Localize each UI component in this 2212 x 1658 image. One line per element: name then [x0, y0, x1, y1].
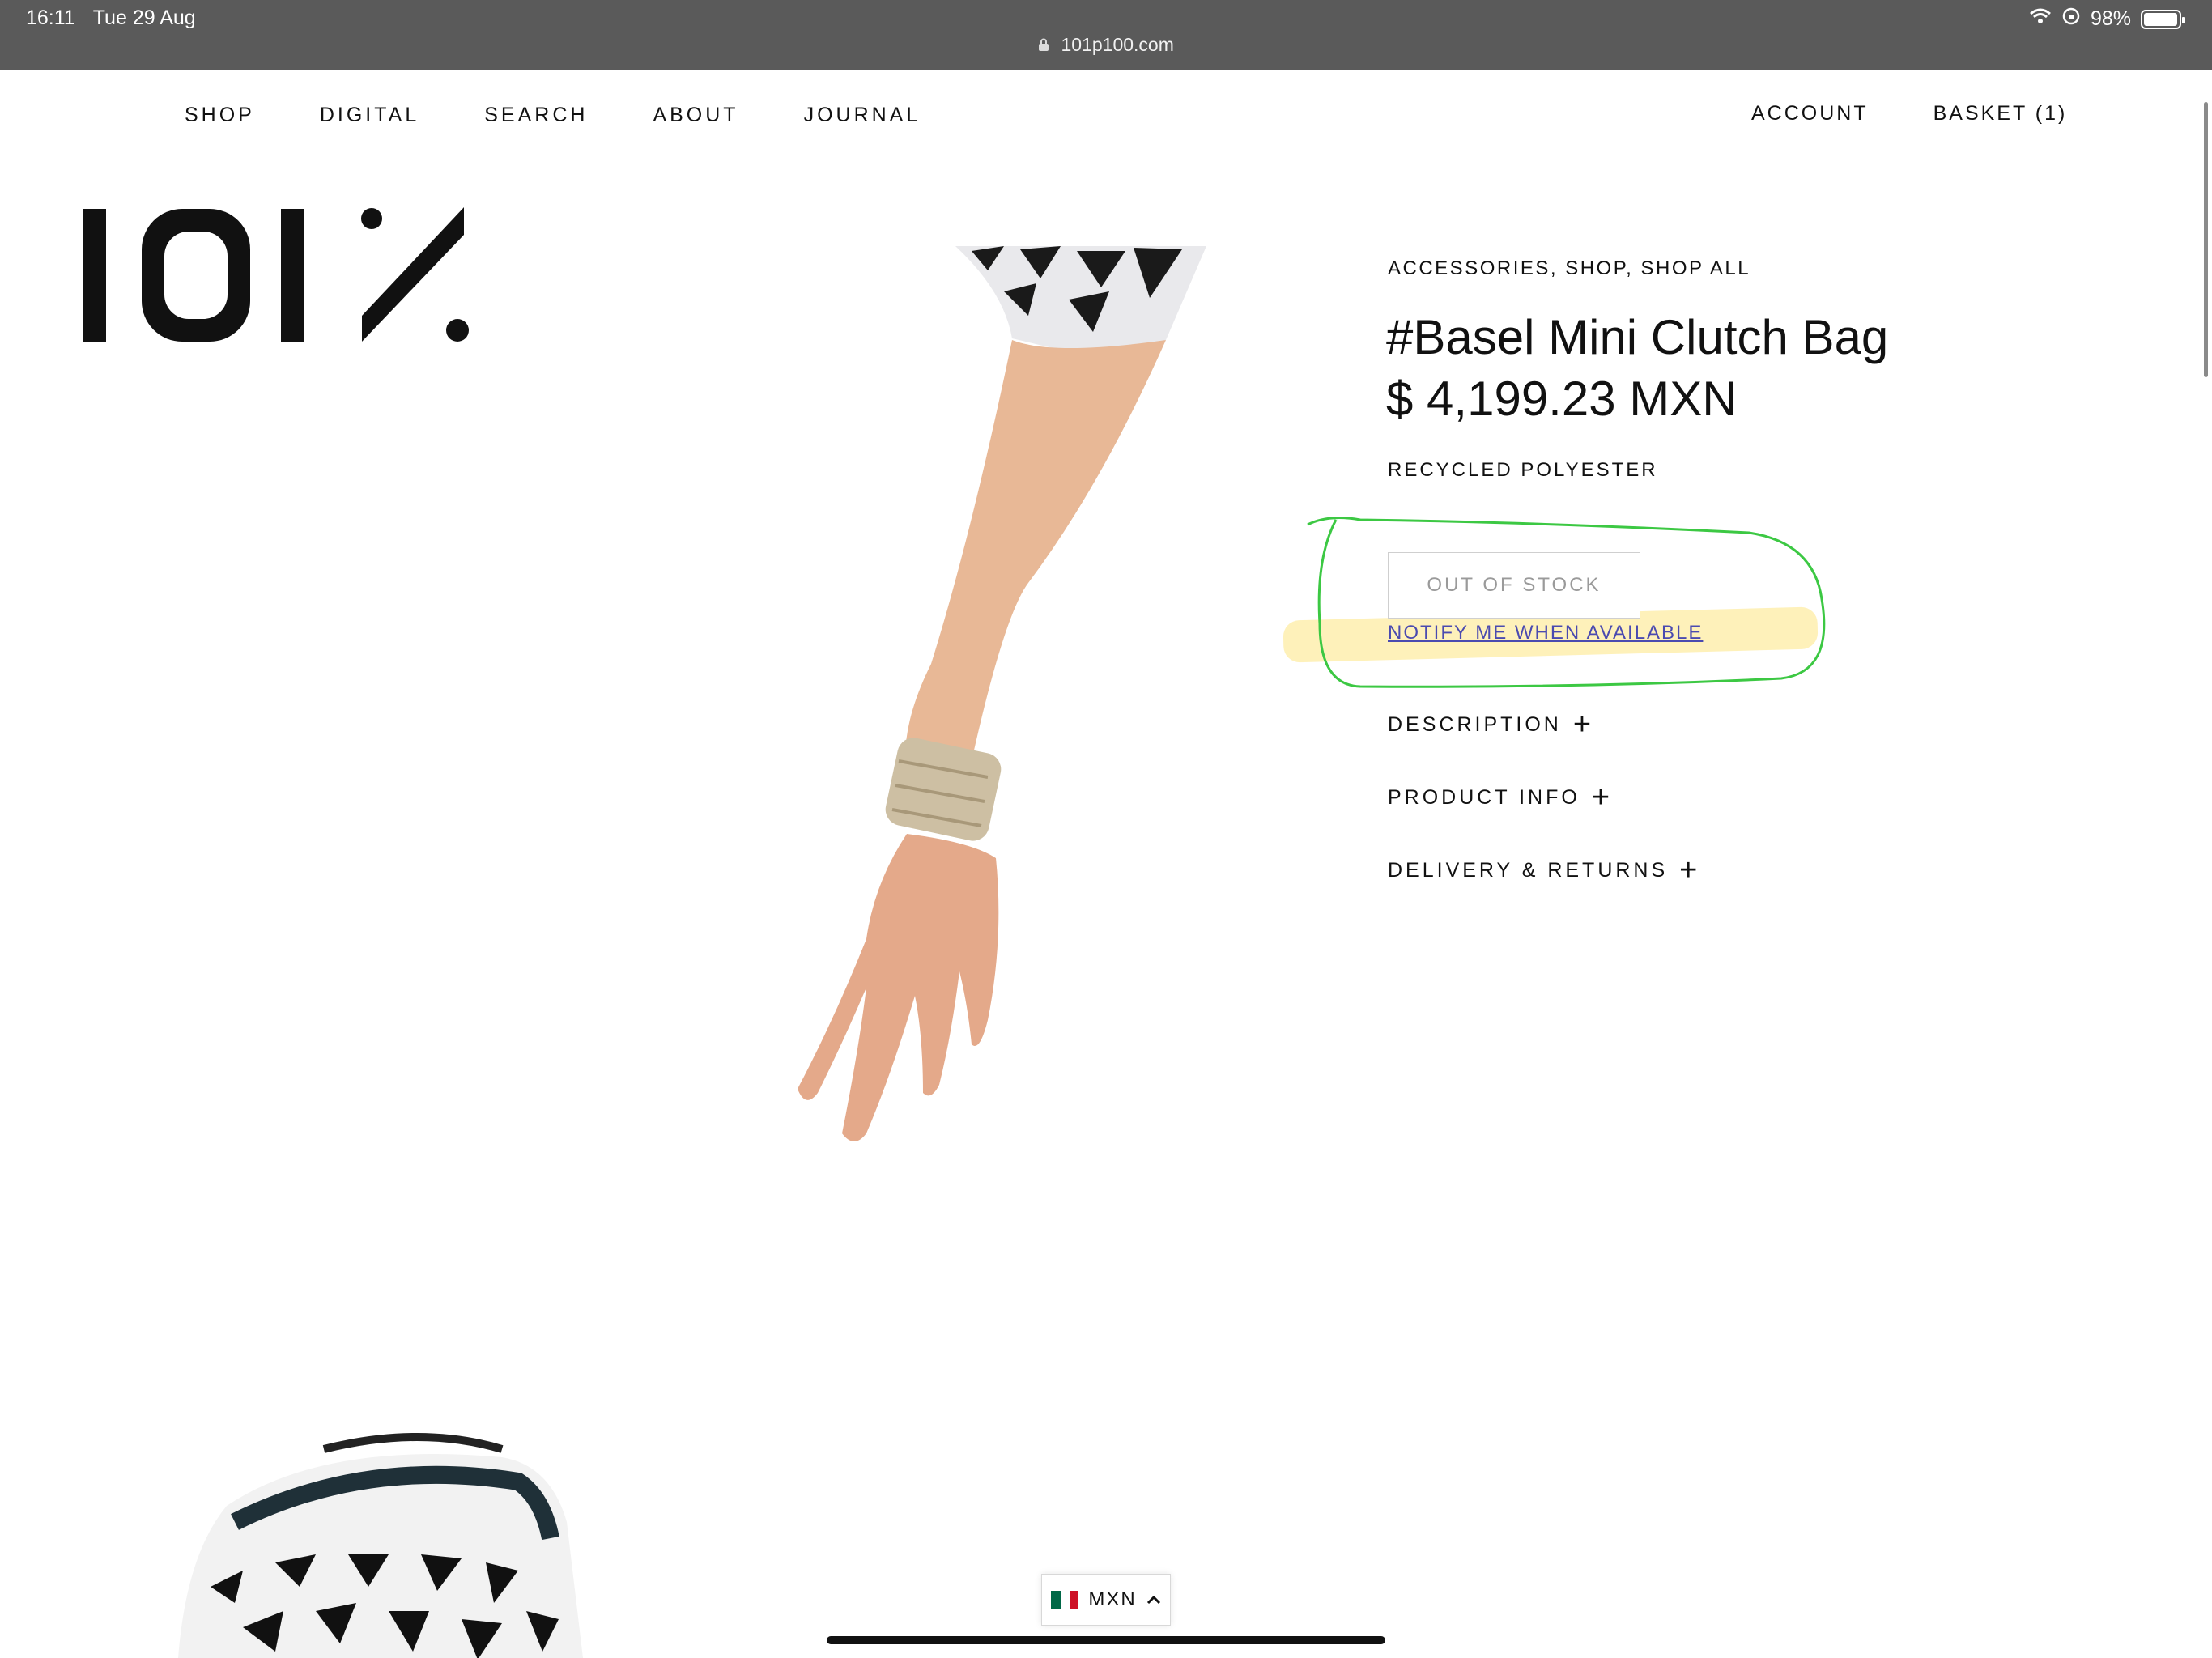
- url-bar[interactable]: 101p100.com: [0, 34, 2212, 56]
- scrollbar[interactable]: [2204, 102, 2208, 377]
- nav-search[interactable]: SEARCH: [484, 104, 588, 127]
- product-photo: [798, 246, 1206, 1141]
- nav-account[interactable]: ACCOUNT: [1751, 102, 1869, 125]
- battery-icon: [2141, 9, 2185, 29]
- accordion-description-label: DESCRIPTION: [1388, 712, 1562, 736]
- battery-percent: 98%: [2090, 7, 2131, 30]
- lock-icon: [1038, 38, 1049, 55]
- account-nav: ACCOUNT BASKET (1): [1751, 102, 2132, 125]
- home-indicator[interactable]: [827, 1636, 1385, 1644]
- bag-photo: [178, 1433, 583, 1658]
- brand-logo[interactable]: [83, 207, 472, 343]
- accordion-delivery-returns[interactable]: DELIVERY & RETURNS +: [1388, 855, 1697, 886]
- status-right: 98%: [2029, 6, 2185, 32]
- product-price: $ 4,199.23 MXN: [1386, 372, 1738, 426]
- nav-about[interactable]: ABOUT: [653, 104, 738, 127]
- status-time: 16:11: [26, 6, 75, 29]
- mexico-flag-icon: [1051, 1591, 1079, 1609]
- accordion-description[interactable]: DESCRIPTION +: [1388, 709, 1591, 740]
- currency-selector[interactable]: MXN: [1041, 1574, 1171, 1626]
- orientation-lock-icon: [2061, 6, 2081, 32]
- accordion-delivery-returns-label: DELIVERY & RETURNS: [1388, 858, 1669, 882]
- url-text: 101p100.com: [1061, 34, 1174, 55]
- nav-shop[interactable]: SHOP: [185, 104, 255, 127]
- breadcrumb[interactable]: ACCESSORIES, SHOP, SHOP ALL: [1388, 257, 1750, 280]
- currency-code: MXN: [1088, 1588, 1137, 1610]
- accordion-product-info[interactable]: PRODUCT INFO +: [1388, 782, 1610, 813]
- nav-digital[interactable]: DIGITAL: [320, 104, 419, 127]
- main-nav: SHOP DIGITAL SEARCH ABOUT JOURNAL: [185, 104, 985, 127]
- wifi-icon: [2029, 7, 2052, 31]
- plus-icon: +: [1591, 780, 1610, 814]
- green-circle-annotation: [1307, 517, 1826, 688]
- plus-icon: +: [1572, 708, 1592, 742]
- product-material: RECYCLED POLYESTER: [1388, 459, 1658, 481]
- nav-basket[interactable]: BASKET (1): [1933, 102, 2068, 125]
- accordion-product-info-label: PRODUCT INFO: [1388, 785, 1580, 809]
- chevron-up-icon: [1146, 1588, 1161, 1611]
- nav-journal[interactable]: JOURNAL: [804, 104, 921, 127]
- status-left: 16:11 Tue 29 Aug: [26, 6, 196, 30]
- plus-icon: +: [1679, 853, 1698, 887]
- product-title: #Basel Mini Clutch Bag: [1386, 310, 1889, 364]
- status-date: Tue 29 Aug: [92, 6, 196, 29]
- status-bar: 16:11 Tue 29 Aug 101p100.com 98%: [0, 0, 2212, 70]
